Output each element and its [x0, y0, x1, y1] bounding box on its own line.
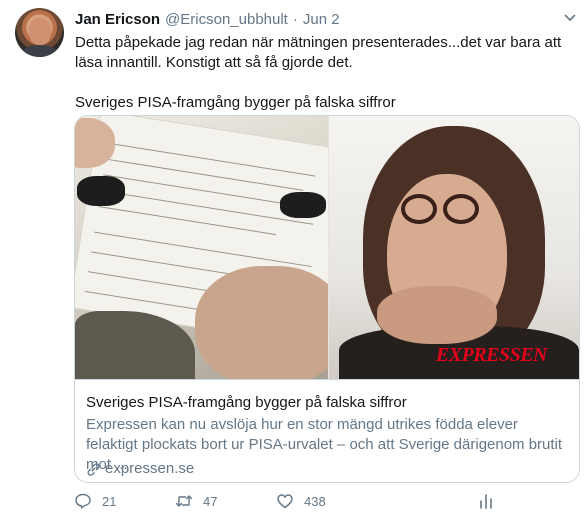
author-handle[interactable]: @Ericson_ubbhult: [165, 11, 288, 28]
glasses-right: [443, 194, 479, 224]
tweet[interactable]: Jan Ericson @Ericson_ubbhult · Jun 2 Det…: [0, 0, 587, 526]
author-name[interactable]: Jan Ericson: [75, 11, 160, 28]
card-image-exam-paper: [75, 116, 328, 379]
glasses-left: [401, 194, 437, 224]
tweet-date[interactable]: Jun 2: [303, 11, 340, 28]
text-gap: [75, 73, 575, 93]
link-icon: [87, 462, 100, 476]
tweet-text: Detta påpekade jag redan när mätningen p…: [75, 33, 575, 113]
chevron-down-icon[interactable]: [562, 10, 578, 26]
portrait-hand: [377, 286, 497, 344]
retweet-count: 47: [203, 493, 218, 509]
link-card[interactable]: EXPRESSEN Sveriges PISA-framgång bygger …: [74, 115, 580, 483]
reply-icon: [75, 493, 91, 509]
card-body[interactable]: Sveriges PISA-framgång bygger på falska …: [75, 379, 579, 482]
retweet-button[interactable]: 47: [175, 492, 217, 510]
separator-dot: ·: [292, 10, 298, 28]
tweet-actions: 21 47 438: [74, 492, 514, 516]
tweet-header: Jan Ericson @Ericson_ubbhult · Jun 2: [75, 9, 340, 29]
tweet-text-line: läsa innantill. Konstigt att så få gjord…: [75, 54, 353, 71]
analytics-icon: [480, 494, 492, 509]
reply-button[interactable]: 21: [74, 492, 116, 510]
expressen-logo: EXPRESSEN: [435, 344, 548, 366]
card-domain-text: expressen.se: [105, 460, 195, 477]
card-title: Sveriges PISA-framgång bygger på falska …: [86, 394, 407, 411]
analytics-button[interactable]: [477, 492, 505, 510]
retweet-icon: [175, 495, 193, 507]
card-domain: expressen.se: [86, 459, 194, 479]
reply-count: 21: [102, 493, 117, 509]
like-button[interactable]: 438: [276, 492, 326, 510]
avatar[interactable]: [15, 8, 64, 57]
avatar-shirt: [21, 45, 58, 57]
tweet-text-line: Sveriges PISA-framgång bygger på falska …: [75, 94, 396, 111]
tweet-text-line: Detta påpekade jag redan när mätningen p…: [75, 34, 562, 51]
heart-icon: [277, 494, 293, 509]
avatar-face: [29, 18, 51, 45]
card-image[interactable]: EXPRESSEN: [75, 116, 579, 379]
card-image-portrait: EXPRESSEN: [329, 116, 579, 379]
like-count: 438: [304, 493, 326, 509]
